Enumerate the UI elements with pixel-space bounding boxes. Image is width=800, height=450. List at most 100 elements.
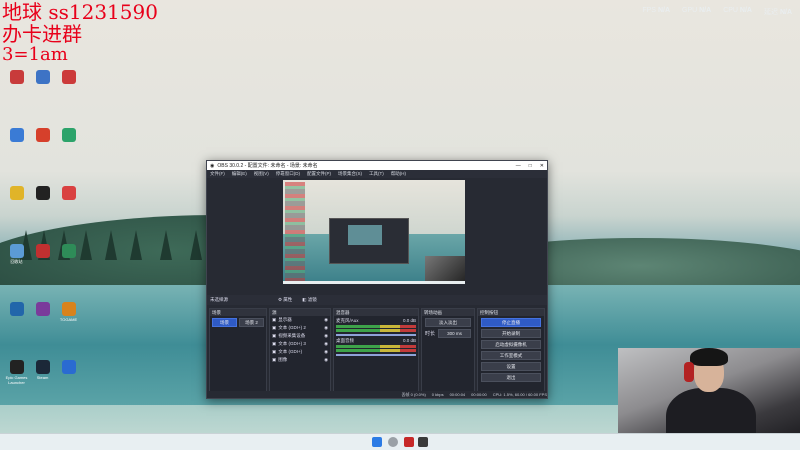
desktop-icon[interactable] [4,70,29,95]
source-label: 视频采集设备 [278,333,306,338]
close-icon[interactable]: ✕ [540,163,544,169]
menu-item[interactable]: 工具(T) [369,171,384,177]
settings-button[interactable]: 设置 [481,362,541,371]
obs-preview[interactable] [283,180,465,284]
source-item[interactable]: ▣ 图像 ◉ [272,356,328,364]
menu-item[interactable]: 停靠窗口(D) [276,171,300,177]
start-recording-button[interactable]: 开始录制 [481,329,541,338]
eye-icon[interactable]: ◉ [324,349,328,355]
eye-icon[interactable]: ◉ [324,357,328,363]
desktop-icon[interactable] [56,70,81,95]
obs-taskbar-icon[interactable] [418,437,428,447]
dropped-frames: 丢帧 0 (0.0%) [401,391,426,397]
desktop-icon[interactable]: Steam [30,360,55,385]
source-label: 显示器 [278,317,292,322]
desktop-icon[interactable]: TOGAME [56,302,81,327]
source-type-icon: ▣ [272,341,277,346]
desktop-icon[interactable] [4,128,29,153]
app-icon [61,70,76,84]
properties-button[interactable]: ⚙ 属性 [278,297,292,303]
desktop-icon[interactable] [4,186,29,211]
exit-button[interactable]: 退出 [481,373,541,382]
studio-mode-button[interactable]: 工作室模式 [481,351,541,360]
app-icon [35,244,50,258]
eye-icon[interactable]: ◉ [324,317,328,323]
eye-icon[interactable]: ◉ [324,333,328,339]
filters-button[interactable]: ◧ 滤镜 [302,297,317,303]
search-icon[interactable] [388,437,398,447]
start-virtual-camera-button[interactable]: 启动虚拟摄像机 [481,340,541,349]
preview-webcam [425,256,465,284]
app-icon [61,128,76,142]
menu-item[interactable]: 帮助(H) [391,171,406,177]
volume-meter [336,345,416,348]
volume-slider[interactable] [336,354,416,356]
scene-item[interactable]: 场景 [212,318,237,327]
desktop-icon[interactable] [56,186,81,211]
mixer-channel: 桌面音频 0.0 dB [334,338,418,356]
overlay-text-card: 办卡进群 [2,22,82,46]
desktop-icon[interactable] [56,128,81,153]
eye-icon[interactable]: ◉ [324,341,328,347]
stop-streaming-button[interactable]: 停止直播 [481,318,541,327]
transitions-dock: 转场动画 淡入淡出 时长 300 ms [421,308,475,392]
source-item[interactable]: ▣ 文本 (GDI+) 2 ◉ [272,324,328,332]
desktop-icon[interactable] [4,302,29,327]
desktop-icon[interactable] [30,244,55,269]
source-item[interactable]: ▣ 文本 (GDI+) ◉ [272,348,328,356]
menu-item[interactable]: 配置文件(P) [307,171,331,177]
desktop-icon[interactable] [30,186,55,211]
rec-timer: 00:00:00 [471,392,487,397]
menu-item[interactable]: 场景集合(S) [338,171,362,177]
desktop-icon-label [4,317,29,327]
source-label: 文本 (GDI+) [278,349,303,354]
desktop-icon-label [56,259,81,269]
no-source-label: 未选择源 [210,297,228,302]
app-icon [35,302,50,316]
source-item[interactable]: ▣ 显示器 ◉ [272,316,328,324]
source-label: 图像 [278,357,288,362]
app-icon [9,302,24,316]
desktop-icon[interactable] [30,302,55,327]
source-item[interactable]: ▣ 文本 (GDI+) 3 ◉ [272,340,328,348]
desktop-icon[interactable]: Epic Games Launcher [4,360,29,385]
desktop-icon[interactable] [56,360,81,385]
headphones [684,362,694,382]
transitions-dock-title: 转场动画 [422,309,474,316]
scene-item[interactable]: 场景 2 [239,318,264,327]
volume-slider[interactable] [336,334,416,336]
menu-item[interactable]: 文件(F) [210,171,225,177]
app-icon [9,360,24,374]
obs-window[interactable]: ◉ OBS 30.0.2 - 配置文件: 未命名 - 场景: 未命名 — □ ✕… [206,160,548,399]
source-toolbar: 未选择源 ⚙ 属性 ◧ 滤镜 [207,295,547,305]
scenes-dock-title: 场景 [210,309,266,316]
controls-dock: 控制按钮 停止直播 开始录制 启动虚拟摄像机 工作室模式 设置 退出 [477,308,545,392]
desktop-icon-label [56,201,81,211]
desktop-icon[interactable] [30,70,55,95]
maximize-icon[interactable]: □ [529,163,532,169]
source-item[interactable]: ▣ 视频采集设备 ◉ [272,332,328,340]
eye-icon[interactable]: ◉ [324,325,328,331]
transition-select[interactable]: 淡入淡出 [425,318,471,327]
desktop-icon[interactable] [56,244,81,269]
start-icon[interactable] [372,437,382,447]
live-timer: 00:00:04 [449,392,466,397]
desktop-icon-label: TOGAME [59,317,78,322]
mixer-dock: 混音器 麦克风/Aux 0.0 dB 桌面音频 0.0 dB [333,308,419,392]
obs-titlebar[interactable]: ◉ OBS 30.0.2 - 配置文件: 未命名 - 场景: 未命名 — □ ✕ [207,161,547,170]
desktop-icon-label [56,375,81,385]
duration-input[interactable]: 300 ms [438,329,471,338]
menu-item[interactable]: 编辑(E) [232,171,247,177]
desktop-icon[interactable]: 回收站 [4,244,29,269]
menu-item[interactable]: 视图(V) [254,171,269,177]
desktop-icon-label [30,201,55,211]
desktop-icon-label [30,143,55,153]
desktop-icon-label [4,143,29,153]
app-icon[interactable] [404,437,414,447]
desktop-icon[interactable] [30,128,55,153]
minimize-icon[interactable]: — [516,163,521,169]
desktop-icon-label [4,201,29,211]
source-type-icon: ▣ [272,357,277,362]
mixer-dock-title: 混音器 [334,309,418,316]
sources-dock-title: 源 [270,309,330,316]
